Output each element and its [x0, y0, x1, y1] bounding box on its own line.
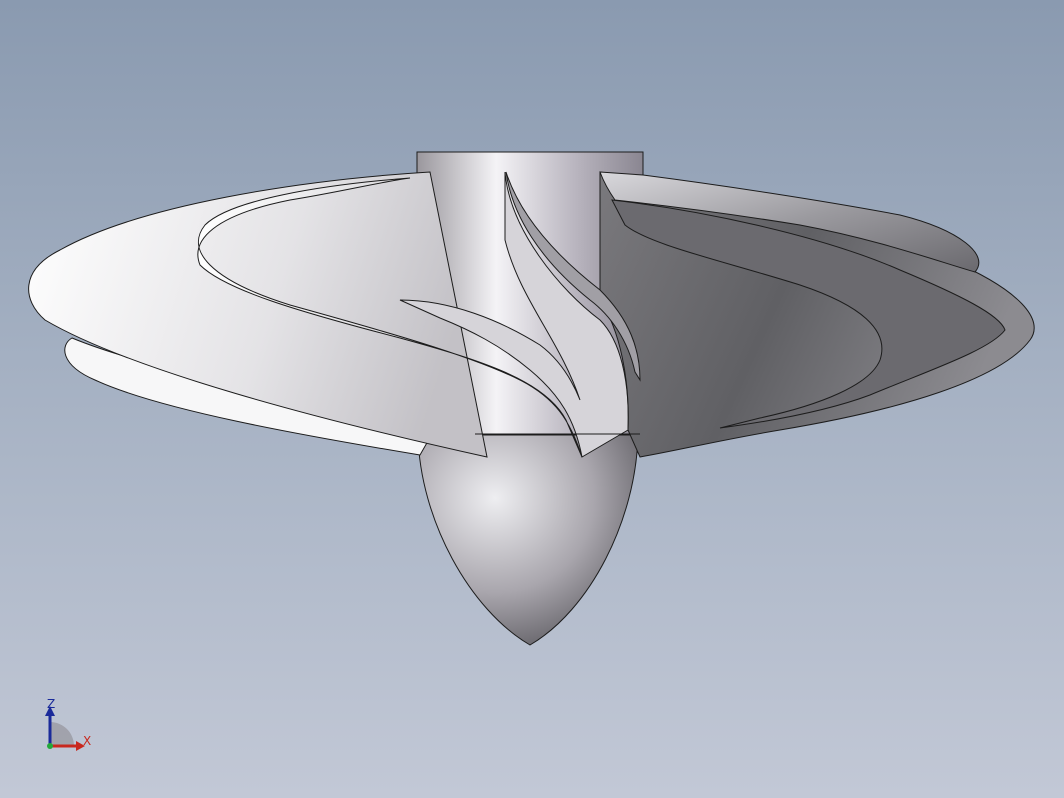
- propeller-model[interactable]: [0, 0, 1064, 798]
- graphics-viewport[interactable]: Z X: [0, 0, 1064, 798]
- nose-cone: [417, 434, 639, 646]
- triad-x-label: X: [83, 734, 92, 748]
- view-triad: Z X: [40, 696, 100, 756]
- triad-z-label: Z: [47, 697, 56, 711]
